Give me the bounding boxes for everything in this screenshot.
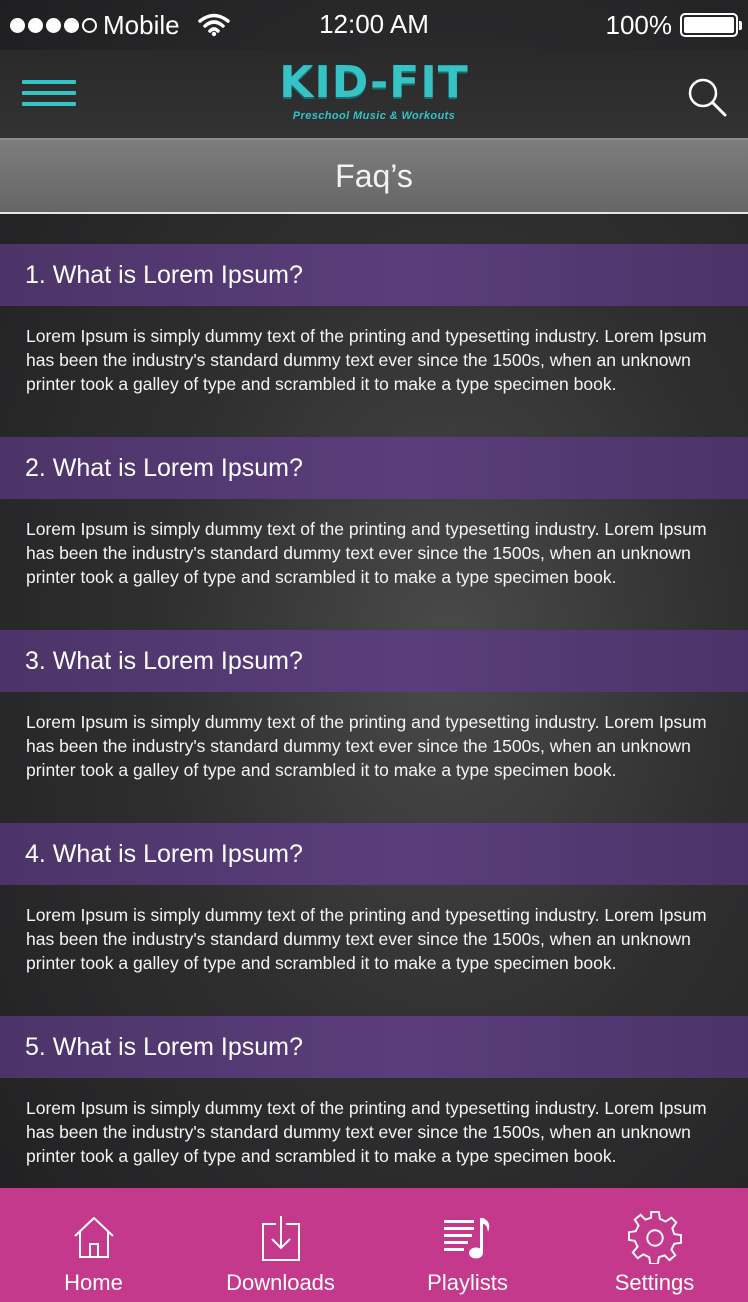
signal-dot <box>64 17 79 33</box>
nav-bar: KID-FIT Preschool Music & Workouts <box>0 50 748 138</box>
gear-icon <box>627 1210 682 1264</box>
logo-subtitle: Preschool Music & Workouts <box>292 110 456 122</box>
faq-question[interactable]: 5. What is Lorem Ipsum? <box>0 1016 748 1078</box>
search-icon[interactable] <box>686 76 728 118</box>
faq-item: 4. What is Lorem Ipsum? Lorem Ipsum is s… <box>0 823 748 1016</box>
tab-downloads[interactable]: Downloads <box>187 1188 374 1302</box>
faq-question[interactable]: 4. What is Lorem Ipsum? <box>0 823 748 885</box>
faq-answer: Lorem Ipsum is simply dummy text of the … <box>26 1098 707 1166</box>
faq-item: 1. What is Lorem Ipsum? Lorem Ipsum is s… <box>0 244 748 437</box>
page-title: Faq’s <box>335 157 413 194</box>
faq-question[interactable]: 3. What is Lorem Ipsum? <box>0 630 748 692</box>
tab-bar: Home Downloads Playlists Settings <box>0 1188 748 1302</box>
signal-dot <box>10 17 25 33</box>
home-icon <box>73 1217 114 1258</box>
faq-question[interactable]: 2. What is Lorem Ipsum? <box>0 437 748 499</box>
status-bar: Mobile 12:00 AM 100% <box>0 0 748 50</box>
logo-title: KID-FIT <box>279 57 469 108</box>
status-right: 100% <box>605 9 742 41</box>
tab-playlists-label: Playlists <box>427 1270 508 1295</box>
signal-dot <box>28 17 43 33</box>
page-title-bar: Faq’s <box>0 138 748 214</box>
playlist-icon <box>443 1218 489 1259</box>
status-left: Mobile <box>10 10 230 41</box>
faq-item: 3. What is Lorem Ipsum? Lorem Ipsum is s… <box>0 630 748 823</box>
tab-playlists[interactable]: Playlists <box>374 1188 561 1302</box>
signal-strength-icon <box>10 17 97 33</box>
tab-settings[interactable]: Settings <box>561 1188 748 1302</box>
signal-dot <box>46 17 61 33</box>
battery-fill <box>684 17 734 33</box>
faq-question[interactable]: 1. What is Lorem Ipsum? <box>0 244 748 306</box>
signal-dot-empty <box>82 17 97 33</box>
battery-icon <box>680 13 742 37</box>
carrier-label: Mobile <box>103 9 180 40</box>
faq-answer: Lorem Ipsum is simply dummy text of the … <box>26 712 707 780</box>
faq-item: 2. What is Lorem Ipsum? Lorem Ipsum is s… <box>0 437 748 630</box>
faq-answer: Lorem Ipsum is simply dummy text of the … <box>26 326 707 394</box>
faq-answer: Lorem Ipsum is simply dummy text of the … <box>26 905 707 973</box>
app-logo: KID-FIT Preschool Music & Workouts <box>0 57 748 123</box>
hamburger-icon-line <box>22 91 76 95</box>
battery-percent: 100% <box>605 9 673 40</box>
download-icon <box>261 1216 300 1261</box>
wifi-icon <box>197 13 230 37</box>
menu-button[interactable] <box>22 80 76 110</box>
tab-home[interactable]: Home <box>0 1188 187 1302</box>
hamburger-icon <box>22 80 76 84</box>
tab-downloads-label: Downloads <box>226 1270 335 1295</box>
faq-item: 5. What is Lorem Ipsum? Lorem Ipsum is s… <box>0 1016 748 1209</box>
hamburger-icon-line <box>22 102 76 106</box>
faq-list: 1. What is Lorem Ipsum? Lorem Ipsum is s… <box>0 244 748 1209</box>
faq-answer: Lorem Ipsum is simply dummy text of the … <box>26 519 707 587</box>
tab-settings-label: Settings <box>614 1270 695 1295</box>
tab-home-label: Home <box>64 1270 123 1295</box>
